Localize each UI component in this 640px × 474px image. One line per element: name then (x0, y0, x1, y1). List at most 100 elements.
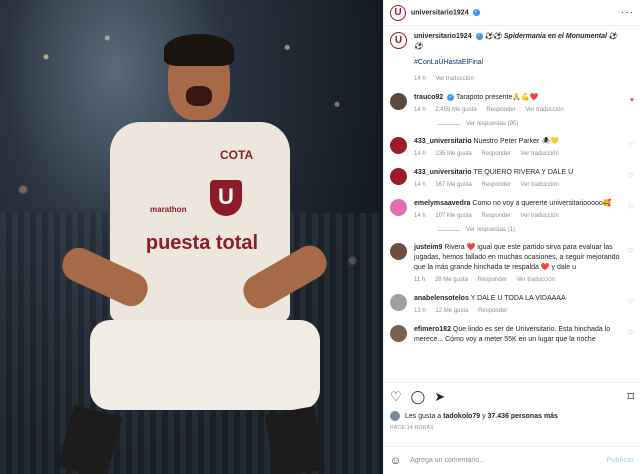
heart-icon[interactable]: ♡ (628, 141, 634, 149)
caption-hashtag[interactable]: #ConLaUHastaElFinal (414, 58, 622, 68)
reply-button[interactable]: Responder (486, 107, 515, 113)
comment-time: 14 h (414, 107, 426, 113)
heart-icon[interactable]: ♡ (628, 329, 634, 337)
comment-item: emelymsaavedra Como no voy a quererte un… (390, 199, 634, 221)
comment-likes[interactable]: 12 Me gusta (435, 308, 468, 314)
reply-button[interactable]: Responder (478, 277, 507, 283)
more-icon[interactable]: ··· (621, 7, 634, 18)
comment-username[interactable]: 433_universitario (414, 138, 472, 145)
comment-username[interactable]: emelymsaavedra (414, 200, 470, 207)
comment-username[interactable]: efimero182 (414, 326, 451, 333)
post-photo[interactable]: U COTA marathon puesta total (0, 0, 383, 474)
comment-username[interactable]: 433_universitario (414, 169, 472, 176)
caption-avatar[interactable]: U (390, 32, 407, 49)
comment-item: anabelensotelos Y DALE U TODA LA VIDAAAA… (390, 294, 634, 316)
shirt-sponsor: puesta total (145, 232, 259, 254)
likes-prefix: Les gusta a (405, 412, 442, 420)
heart-icon[interactable]: ♡ (628, 203, 634, 211)
account-avatar[interactable]: U (390, 4, 406, 21)
comment-time: 14 h (414, 151, 426, 157)
player-mouth (186, 86, 212, 106)
comment-meta: 11 h 28 Me gusta Responder Ver traducció… (414, 275, 622, 285)
emoji-icon[interactable]: ☺ (390, 455, 401, 467)
see-translation-link[interactable]: Ver traducción (525, 107, 563, 113)
comment-text: Tarapoto presente🙏💪❤️ (455, 94, 539, 101)
comment-likes[interactable]: 135 Me gusta (435, 151, 471, 157)
post-actions: ♡ ◯ ➤ ⌑ Les gusta a tadokolo79 y 37.436 … (384, 382, 640, 446)
view-replies-link[interactable]: Ver respuestas (95) (438, 121, 634, 127)
commenter-avatar[interactable] (390, 93, 407, 110)
comment-text: Como no voy a quererte universitariooooo… (472, 200, 612, 207)
likes-summary: Les gusta a tadokolo79 y 37.436 personas… (390, 411, 634, 421)
liker-username[interactable]: tadokolo79 (443, 413, 480, 420)
comment-item: 433_universitario TE QUIERO RIVERA Y DAL… (390, 168, 634, 190)
comment-slot: trauco92 ✓ Tarapoto presente🙏💪❤️ 14 h 2,… (390, 93, 634, 357)
caption-username[interactable]: universitario1924 (414, 33, 472, 40)
caption-time: 14 h (414, 76, 426, 82)
publish-button[interactable]: Publicar (606, 457, 634, 464)
heart-icon[interactable]: ♡ (628, 247, 634, 255)
player-figure: U COTA marathon puesta total (57, 30, 340, 474)
verified-icon: ✓ (447, 93, 455, 101)
player-left-sock (57, 404, 123, 474)
heart-icon[interactable]: ♡ (628, 298, 634, 306)
comments-list[interactable]: U universitario1924 ✓ ⚽⚽ Spidermanía en … (384, 26, 640, 382)
commenter-avatar[interactable] (390, 199, 407, 216)
heart-icon[interactable]: ♡ (628, 172, 634, 180)
comment-input[interactable]: Agrega un comentario... (410, 457, 606, 464)
comment-username[interactable]: anabelensotelos (414, 295, 469, 302)
action-icons: ♡ ◯ ➤ ⌑ (390, 389, 634, 405)
see-translation-link[interactable]: Ver traducción (520, 213, 558, 219)
post-side-panel: U universitario1924 ✓ ··· U universitari… (383, 0, 640, 474)
post-caption: U universitario1924 ✓ ⚽⚽ Spidermanía en … (390, 32, 634, 84)
post-modal: U COTA marathon puesta total U universit… (0, 0, 640, 474)
comment-text: TE QUIERO RIVERA Y DALE U (473, 169, 574, 176)
see-translation-link[interactable]: Ver traducción (517, 277, 555, 283)
likes-conjunction: y (482, 412, 486, 420)
post-header: U universitario1924 ✓ ··· (384, 0, 640, 26)
comment-item: efimero182 Que lindo es ser de Universit… (390, 325, 634, 357)
share-icon[interactable]: ➤ (434, 390, 445, 404)
commenter-avatar[interactable] (390, 137, 407, 154)
commenter-avatar[interactable] (390, 294, 407, 311)
see-translation-link[interactable]: Ver traducción (435, 76, 473, 82)
comment-likes[interactable]: 28 Me gusta (435, 277, 468, 283)
commenter-avatar[interactable] (390, 325, 407, 342)
reply-button[interactable]: Responder (481, 182, 510, 188)
comment-meta: 14 h 167 Me gusta Responder Ver traducci… (414, 180, 622, 190)
comment-likes[interactable]: 167 Me gusta (435, 182, 471, 188)
see-translation-link[interactable]: Ver traducción (520, 151, 558, 157)
player-shorts (90, 320, 320, 410)
comment-meta: 13 h 12 Me gusta Responder (414, 306, 622, 316)
comment-meta: 14 h 135 Me gusta Responder Ver traducci… (414, 149, 622, 159)
bookmark-icon[interactable]: ⌑ (627, 390, 634, 404)
comment-icon[interactable]: ◯ (411, 390, 426, 404)
caption-meta: 14 h Ver traducción (414, 74, 622, 84)
comment-item: trauco92 ✓ Tarapoto presente🙏💪❤️ 14 h 2,… (390, 93, 634, 115)
commenter-avatar[interactable] (390, 243, 407, 260)
comment-meta (414, 347, 622, 357)
see-translation-link[interactable]: Ver traducción (520, 182, 558, 188)
comment-username[interactable]: trauco92 (414, 94, 443, 101)
likes-count[interactable]: 37.436 personas más (488, 413, 558, 420)
comment-username[interactable]: justeim9 (414, 244, 442, 251)
comment-likes[interactable]: 107 Me gusta (435, 213, 471, 219)
liker-avatar (390, 411, 400, 421)
verified-icon: ✓ (475, 32, 483, 40)
reply-button[interactable]: Responder (481, 213, 510, 219)
comment-meta: 14 h 2,459 Me gusta Responder Ver traduc… (414, 105, 622, 115)
commenter-avatar[interactable] (390, 168, 407, 185)
comment-text: Rivera ❤️ igual que este partido sirva p… (414, 244, 620, 271)
add-comment-bar: ☺ Agrega un comentario... Publicar (384, 446, 640, 474)
reply-button[interactable]: Responder (481, 151, 510, 157)
heart-icon[interactable]: ♥ (630, 97, 634, 104)
heart-icon[interactable]: ♡ (390, 390, 402, 404)
comment-time: 13 h (414, 308, 426, 314)
comment-text: Y DALE U TODA LA VIDAAAA (470, 295, 566, 302)
account-username[interactable]: universitario1924 ✓ (411, 8, 480, 16)
post-timestamp[interactable]: HACE 14 HORAS (390, 425, 634, 431)
comment-likes[interactable]: 2,459 Me gusta (435, 107, 476, 113)
verified-icon: ✓ (472, 8, 480, 16)
reply-button[interactable]: Responder (478, 308, 507, 314)
view-replies-link[interactable]: Ver respuestas (1) (438, 227, 634, 233)
